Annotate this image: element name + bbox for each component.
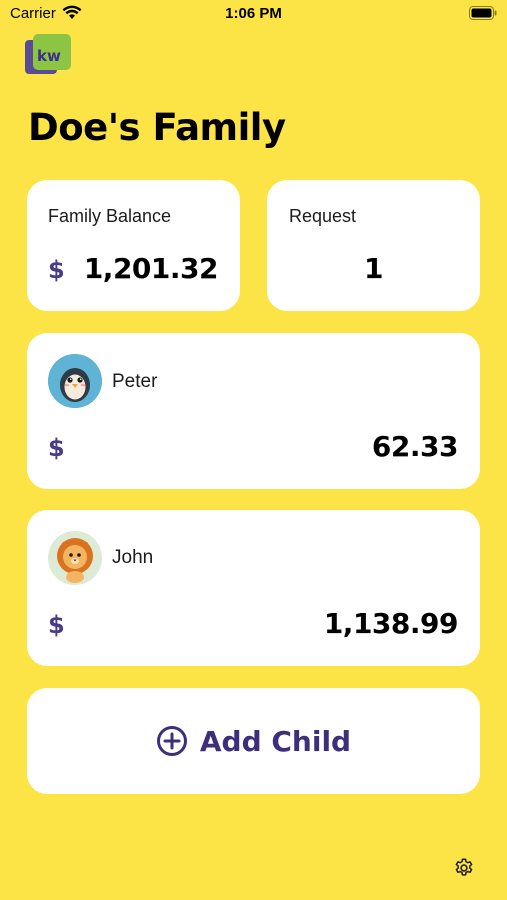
lion-avatar — [48, 531, 102, 585]
child-card[interactable]: Peter $ 62.33 — [27, 333, 480, 489]
request-card[interactable]: Request 1 — [267, 180, 480, 311]
plus-circle-icon — [156, 726, 187, 756]
app-logo: kw — [25, 34, 71, 74]
penguin-icon — [48, 354, 102, 408]
child-card[interactable]: John $ 1,138.99 — [27, 510, 480, 666]
page-title: Doe's Family — [28, 106, 286, 149]
currency-symbol: $ — [48, 611, 65, 639]
clock: 1:06 PM — [225, 5, 282, 22]
request-count: 1 — [364, 252, 383, 285]
family-balance-card[interactable]: Family Balance $ 1,201.32 — [27, 180, 240, 311]
status-bar: Carrier 1:06 PM — [0, 0, 507, 28]
app-screen: Carrier 1:06 PM kw Doe's Family Family B… — [0, 0, 507, 900]
lion-icon — [48, 531, 102, 585]
child-balance: 1,138.99 — [323, 607, 459, 640]
logo-text: kw — [37, 47, 61, 65]
currency-symbol: $ — [48, 256, 65, 284]
add-child-button[interactable]: Add Child — [27, 688, 480, 794]
family-balance-label: Family Balance — [48, 206, 172, 226]
child-name: Peter — [112, 371, 158, 392]
add-child-label: Add Child — [199, 724, 352, 758]
penguin-avatar — [48, 354, 102, 408]
battery-icon — [469, 6, 497, 20]
family-balance-value: 1,201.32 — [83, 252, 219, 285]
gear-icon[interactable] — [453, 857, 475, 879]
request-label: Request — [289, 206, 357, 226]
currency-symbol: $ — [48, 434, 65, 462]
child-name: John — [112, 547, 154, 568]
child-balance: 62.33 — [371, 430, 459, 463]
